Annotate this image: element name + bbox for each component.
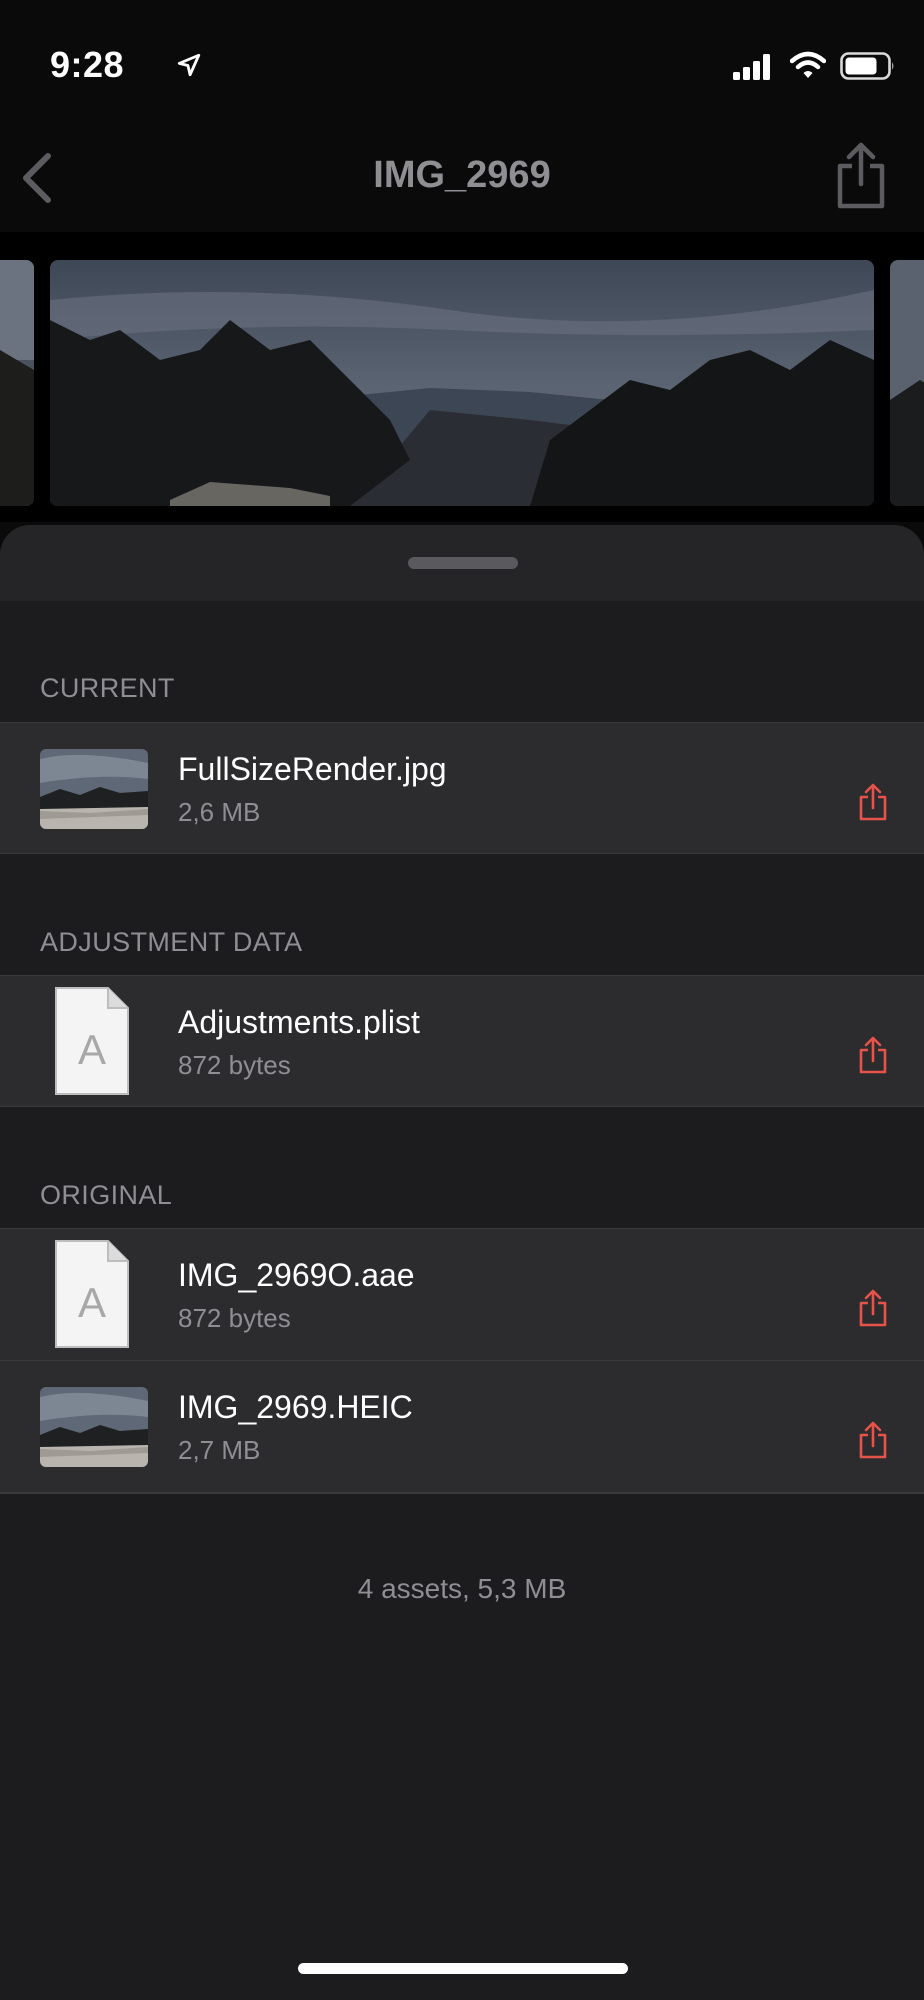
share-icon[interactable] [858,1036,888,1074]
photo-thumbnail [40,1387,148,1467]
file-size: 2,6 MB [178,797,261,827]
svg-text:A: A [78,1026,106,1073]
assets-sheet: CURRENT FullSizeRender.jpg 2,6 MB ADJUST… [0,525,924,2000]
page-title: IMG_2969 [373,154,551,196]
previous-photo[interactable] [0,260,34,506]
battery-icon [840,52,894,80]
file-size: 872 bytes [178,1303,291,1333]
cellular-signal-icon [733,54,770,80]
file-name: Adjustments.plist [178,1004,420,1040]
status-bar: 9:28 [0,0,924,120]
file-name: FullSizeRender.jpg [178,751,447,787]
document-icon: A [55,1240,129,1348]
document-icon: A [55,987,129,1095]
file-size: 2,7 MB [178,1435,261,1465]
section-header-original: ORIGINAL [40,1180,173,1210]
svg-text:A: A [78,1279,106,1326]
current-photo[interactable] [50,260,874,506]
screen: 9:28 IMG_2969 CURRENT FullSizeRender.jpg… [0,0,924,2000]
home-indicator[interactable] [298,1963,628,1974]
file-name: IMG_2969.HEIC [178,1389,413,1425]
share-icon[interactable] [858,1421,888,1459]
photo-thumbnail [40,749,148,829]
asset-row[interactable]: IMG_2969.HEIC 2,7 MB [0,1361,924,1493]
file-name: IMG_2969O.aae [178,1257,415,1293]
asset-row[interactable]: A Adjustments.plist 872 bytes [0,975,924,1107]
asset-row[interactable]: FullSizeRender.jpg 2,6 MB [0,722,924,854]
sheet-grabber[interactable] [408,557,518,569]
location-arrow-icon [177,53,201,77]
section-header-current: CURRENT [40,673,175,703]
status-time: 9:28 [50,44,125,85]
section-header-adjustment-data: ADJUSTMENT DATA [40,927,303,957]
share-icon[interactable] [858,1289,888,1327]
navigation-bar: IMG_2969 [0,120,924,232]
photo-strip[interactable] [0,232,924,522]
sheet-header[interactable] [0,525,924,601]
next-photo[interactable] [890,260,924,506]
share-icon[interactable] [836,142,886,210]
asset-row[interactable]: A IMG_2969O.aae 872 bytes [0,1228,924,1360]
file-size: 872 bytes [178,1050,291,1080]
share-icon[interactable] [858,783,888,821]
assets-summary: 4 assets, 5,3 MB [357,1573,567,1604]
wifi-icon [790,51,826,78]
